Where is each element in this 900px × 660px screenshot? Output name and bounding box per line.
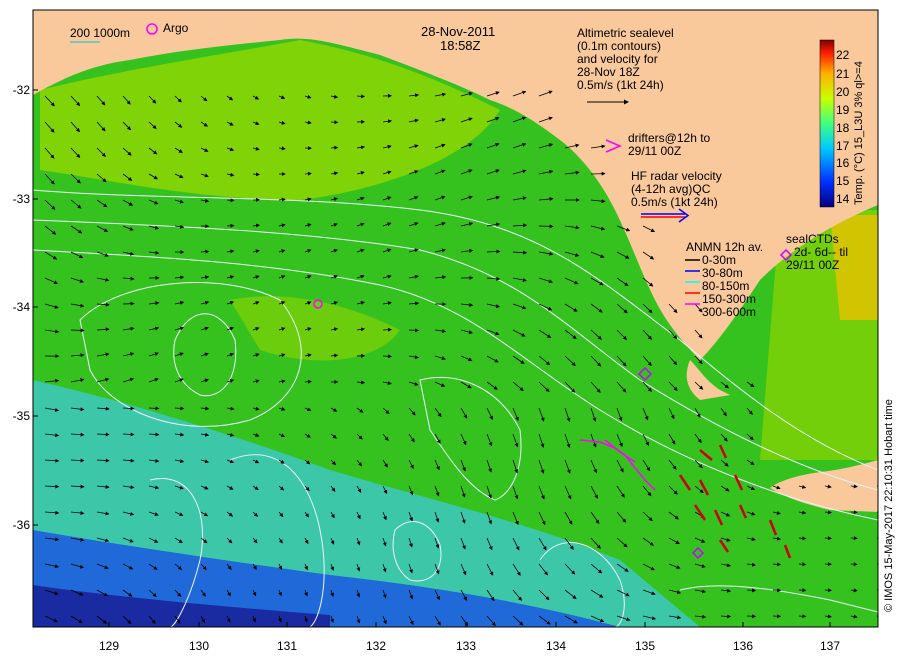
- colorbar-tick: 17: [836, 139, 850, 153]
- velocity-arrow: [148, 406, 160, 411]
- colorbar-tick: 22: [836, 48, 850, 62]
- y-tick: -35: [12, 409, 30, 423]
- x-tick: 137: [819, 639, 841, 653]
- argo-label: Argo: [163, 21, 189, 35]
- y-tick: -34: [12, 300, 30, 314]
- colorbar-tick: 14: [836, 192, 850, 206]
- colorbar-tick: 19: [836, 103, 850, 117]
- y-tick: -32: [12, 83, 30, 97]
- colorbar-tick: 15: [836, 174, 850, 188]
- colorbar-tick: 18: [836, 121, 850, 135]
- hf-radar-legend: HF radar velocity (4-12h avg)QC 0.5m/s (…: [631, 169, 722, 209]
- velocity-arrow: [382, 327, 392, 332]
- velocity-arrow: [382, 354, 392, 359]
- velocity-arrow: [330, 145, 339, 150]
- colorbar-tick: 16: [836, 156, 850, 170]
- x-tick: 133: [455, 639, 477, 653]
- y-tick: -36: [12, 518, 30, 532]
- velocity-arrow: [70, 328, 85, 333]
- x-tick: 129: [98, 639, 120, 653]
- x-tick: 130: [188, 639, 210, 653]
- x-tick: 136: [732, 639, 754, 653]
- map-time: 18:58Z: [440, 38, 481, 53]
- colorbar-title: Temp. (°C) 15_L3U 3% ql>=4: [853, 61, 865, 205]
- x-tick: 132: [365, 639, 387, 653]
- drifters-legend: drifters@12h to 29/11 00Z: [628, 131, 711, 158]
- y-tick: -33: [12, 192, 30, 206]
- colorbar-tick: 20: [836, 85, 850, 99]
- map-date: 28-Nov-2011: [421, 24, 496, 39]
- x-tick: 134: [545, 639, 567, 653]
- velocity-arrow: [226, 198, 235, 203]
- map-canvas: [32, 9, 879, 628]
- anmn-legend: ANMN 12h av. 0-30m 30-80m 80-150m 150-30…: [686, 240, 764, 319]
- scale-label: 200 1000m: [70, 26, 131, 40]
- seal-ctd-legend: sealCTDs 2d- 6d-- til 29/11 00Z: [786, 232, 849, 272]
- velocity-arrow: [798, 614, 807, 619]
- colorbar: [819, 39, 835, 208]
- x-tick: 131: [276, 639, 298, 653]
- colorbar-tick: 21: [836, 67, 850, 81]
- x-tick: 135: [634, 639, 656, 653]
- altimetric-legend: Altimetric sealevel (0.1m contours) and …: [577, 26, 674, 92]
- credit-text: © IMOS 15-May-2017 22:10:31 Hobart time: [883, 399, 895, 612]
